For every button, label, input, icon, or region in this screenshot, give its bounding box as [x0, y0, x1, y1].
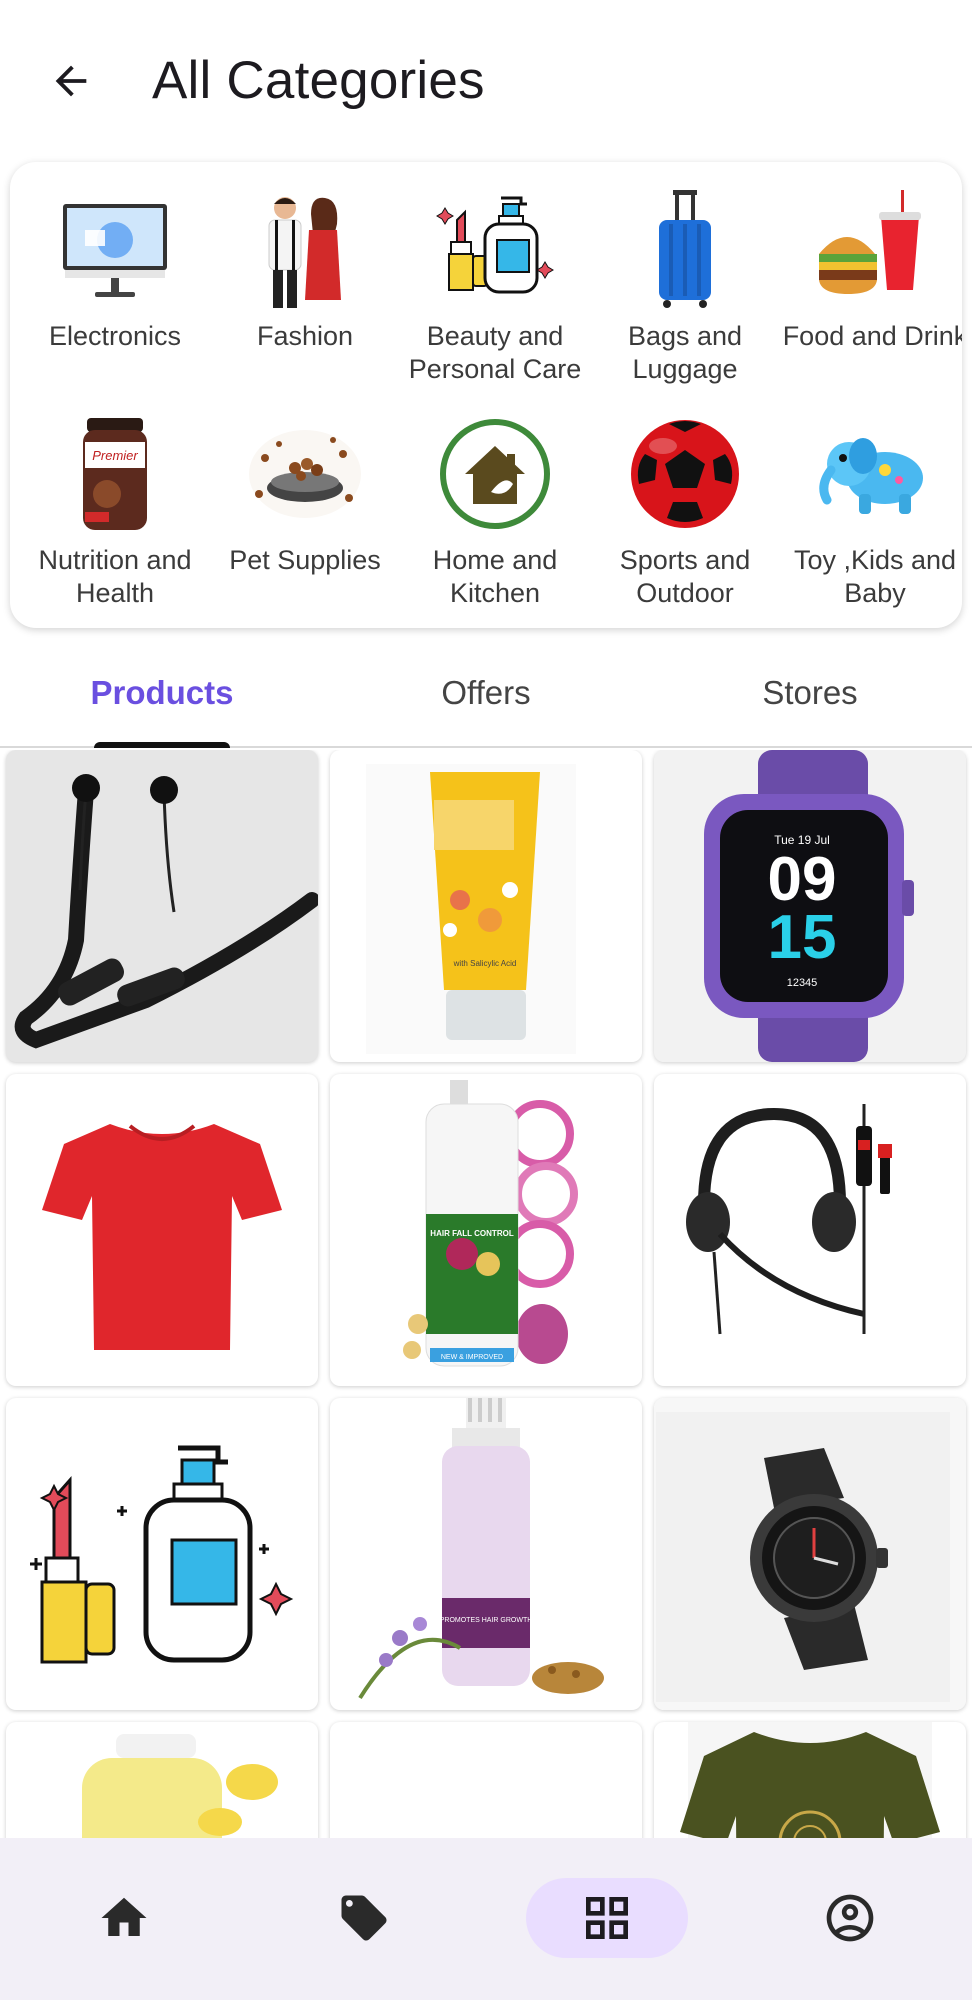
product-card-hand-wash[interactable] [6, 1722, 318, 1838]
category-bags[interactable]: Bags and Luggage [590, 190, 780, 386]
product-card-headset[interactable] [654, 1074, 966, 1386]
nav-offers[interactable] [324, 1878, 404, 1958]
nav-home[interactable] [84, 1878, 164, 1958]
category-card: Electronics Fashion Beauty and Personal … [10, 162, 962, 628]
smartwatch-purple-image: Tue 19 Jul 09 15 12345 [654, 750, 966, 1062]
svg-text:Premier: Premier [92, 448, 138, 463]
product-card-smartwatch-purple[interactable]: Tue 19 Jul 09 15 12345 [654, 750, 966, 1062]
grid-icon [586, 1897, 628, 1939]
usb-headset-image [686, 1104, 892, 1335]
product-card-neckband[interactable] [6, 750, 318, 1062]
tab-indicator [94, 742, 230, 748]
tab-stores[interactable]: Stores [648, 640, 972, 746]
svg-text:NEW & IMPROVED: NEW & IMPROVED [441, 1354, 503, 1361]
product-card-olive-tshirt[interactable] [654, 1722, 966, 1838]
neckband-earphones-image [14, 774, 318, 1049]
bottom-navigation [0, 1838, 972, 2000]
pet-bowl-icon [249, 430, 361, 518]
category-label: Electronics [48, 321, 182, 351]
category-home[interactable]: Home and Kitchen [400, 414, 590, 610]
football-icon [631, 420, 739, 528]
category-nutrition[interactable]: Premier Nutrition and Health [20, 414, 210, 610]
red-tshirt-image [42, 1124, 282, 1350]
category-label: Pet Supplies [229, 545, 381, 575]
cosmetics-icon [436, 196, 554, 294]
home-icon [101, 1897, 147, 1936]
burger-drink-icon [819, 190, 921, 294]
category-food[interactable]: Food and Drink [780, 190, 962, 353]
tab-offers[interactable]: Offers [324, 640, 648, 746]
svg-text:12345: 12345 [787, 977, 818, 989]
product-card-hair-oil[interactable]: PROMOTES HAIR GROWTH [330, 1398, 642, 1710]
arrow-back-icon [55, 65, 87, 97]
serum-tube-image: with Salicylic Acid [366, 764, 576, 1054]
account-circle-icon [826, 1894, 874, 1942]
product-card-red-tshirt[interactable] [6, 1074, 318, 1386]
product-grid: with Salicylic Acid Tue 19 Jul 09 15 123… [0, 750, 972, 1838]
svg-text:with Salicylic Acid: with Salicylic Acid [453, 959, 517, 968]
category-label: Nutrition and Health [38, 545, 192, 608]
smartwatch-black-image [654, 1398, 966, 1710]
product-card-beauty-kit[interactable] [6, 1398, 318, 1710]
page-title: All Categories [152, 51, 485, 110]
category-label: Toy ,Kids and Baby [793, 545, 957, 608]
svg-text:HAIR FALL CONTROL: HAIR FALL CONTROL [430, 1229, 514, 1238]
lemon-handwash-image [36, 1734, 292, 1838]
nav-account[interactable] [810, 1878, 890, 1958]
category-label: Sports and Outdoor [619, 545, 751, 608]
category-label: Food and Drink [782, 321, 962, 351]
category-fashion[interactable]: Fashion [210, 190, 400, 353]
suitcase-icon [659, 190, 711, 308]
back-button[interactable] [36, 46, 106, 116]
home-leaf-icon [440, 419, 550, 529]
category-pet[interactable]: Pet Supplies [210, 414, 400, 577]
nav-categories[interactable] [526, 1878, 688, 1958]
product-card-onion-shampoo[interactable]: HAIR FALL CONTROL NEW & IMPROVED [330, 1074, 642, 1386]
product-card-smartwatch-black[interactable] [654, 1398, 966, 1710]
category-label: Bags and Luggage [627, 321, 743, 384]
category-label: Home and Kitchen [432, 545, 558, 608]
category-label: Fashion [256, 321, 354, 351]
svg-text:15: 15 [768, 903, 837, 972]
app-bar: All Categories [0, 0, 972, 160]
category-electronics[interactable]: Electronics [20, 190, 210, 353]
fashion-couple-icon [268, 197, 341, 308]
category-sports[interactable]: Sports and Outdoor [590, 414, 780, 610]
category-toys[interactable]: Toy ,Kids and Baby [780, 414, 962, 610]
product-card-face-serum[interactable]: with Salicylic Acid [330, 750, 642, 1062]
category-beauty[interactable]: Beauty and Personal Care [400, 190, 590, 386]
svg-text:PROMOTES HAIR GROWTH: PROMOTES HAIR GROWTH [440, 1617, 533, 1624]
category-label: Beauty and Personal Care [408, 321, 582, 384]
tag-icon [341, 1895, 387, 1941]
olive-tshirt-image [680, 1722, 940, 1838]
product-card-blank[interactable] [330, 1722, 642, 1838]
tab-products[interactable]: Products [0, 640, 324, 746]
cosmetics-kit-image [30, 1445, 294, 1664]
protein-jar-icon: Premier [83, 418, 147, 530]
computer-monitor-icon [63, 204, 167, 297]
onion-shampoo-image: HAIR FALL CONTROL NEW & IMPROVED [403, 1074, 578, 1386]
tab-bar: Products Offers Stores [0, 640, 972, 748]
hair-oil-bottle-image: PROMOTES HAIR GROWTH [358, 1398, 604, 1700]
toy-elephant-icon [819, 438, 923, 514]
